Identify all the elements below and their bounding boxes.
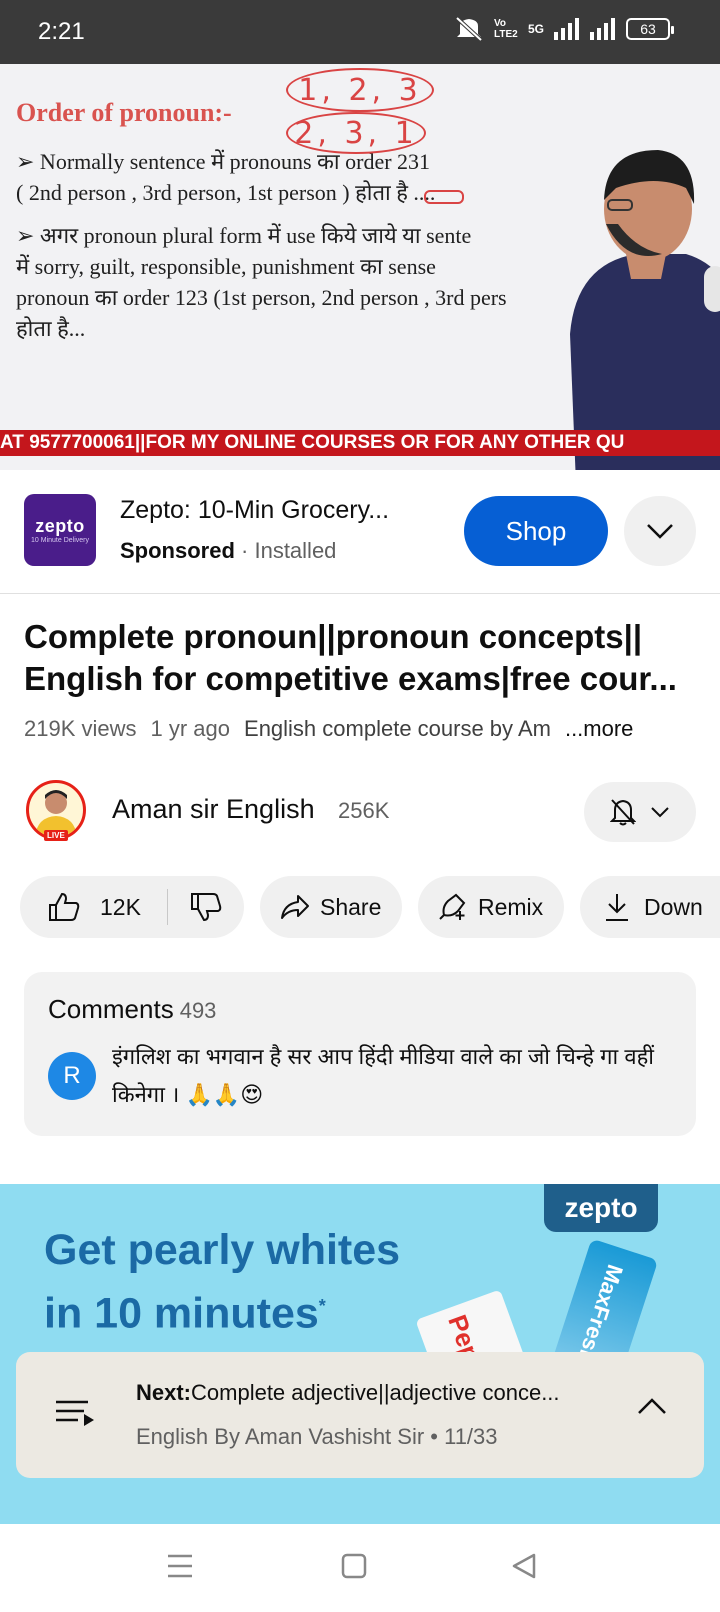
share-label: Share — [320, 893, 382, 920]
like-icon[interactable] — [48, 892, 80, 922]
ad-meta: Sponsored · Installed — [120, 538, 336, 564]
menu-icon — [168, 1554, 192, 1578]
installed-label: Installed — [254, 538, 337, 563]
chevron-down-icon — [651, 807, 669, 818]
comments-section[interactable]: Comments 493 R इंगलिश का भगवान है सर आप ह… — [24, 972, 696, 1136]
logo-word: zepto — [35, 516, 85, 536]
side-tab[interactable] — [704, 266, 720, 312]
ad-expand-button[interactable] — [624, 496, 696, 566]
home-square-icon — [341, 1553, 367, 1579]
remix-label: Remix — [478, 893, 544, 920]
banner-line: Get pearly whites — [44, 1226, 401, 1274]
next-video-subtitle: English By Aman Vashisht Sir • 11/33 — [136, 1424, 498, 1449]
logo-subtitle: 10 Minute Delivery — [31, 537, 89, 544]
share-button[interactable]: Share — [260, 876, 402, 938]
comments-count: 493 — [179, 998, 217, 1023]
ticker-banner: AT 9577700061||FOR MY ONLINE COURSES OR … — [0, 430, 720, 456]
signal-icon — [554, 18, 579, 40]
commenter-avatar: R — [48, 1052, 96, 1100]
view-count: 219K views — [24, 716, 137, 741]
status-bar: 2:21 Vo LTE2 5G 63 — [0, 0, 720, 64]
dislike-icon[interactable] — [190, 892, 222, 922]
video-title-line: English for competitive exams|free cour.… — [24, 660, 677, 697]
like-separator — [166, 889, 168, 925]
menu-button[interactable] — [166, 1552, 194, 1585]
next-video-title[interactable]: Next:Complete adjective||adjective conce… — [136, 1380, 616, 1406]
remix-button[interactable]: Remix — [418, 876, 564, 938]
zepto-logo: zepto 10 Minute Delivery — [24, 494, 96, 566]
comments-heading: Comments 493 — [48, 994, 216, 1025]
annotation-circle-bottom: 2, 3, 1 — [286, 112, 426, 154]
video-title-line: Complete pronoun||pronoun concepts|| — [24, 618, 643, 655]
annotation-circle-top: 1, 2, 3 — [286, 68, 434, 112]
next-prefix: Next: — [136, 1380, 192, 1405]
more-link[interactable]: ...more — [565, 716, 633, 742]
chevron-up-icon[interactable] — [636, 1396, 668, 1416]
video-title[interactable]: Complete pronoun||pronoun concepts|| Eng… — [24, 616, 696, 700]
home-button[interactable] — [340, 1552, 368, 1585]
ad-title[interactable]: Zepto: 10-Min Grocery... — [120, 496, 440, 525]
annotation-arrow — [424, 190, 464, 204]
sponsored-ad-card[interactable]: zepto 10 Minute Delivery Zepto: 10-Min G… — [0, 470, 720, 594]
live-badge: LIVE — [44, 830, 68, 841]
notification-bell-button[interactable] — [584, 782, 696, 842]
meta-separator: · — [234, 538, 255, 563]
banner-headline: Get pearly whites in 10 minutes* — [44, 1222, 400, 1341]
sponsored-label: Sponsored — [120, 538, 235, 563]
download-label: Down — [644, 893, 703, 920]
next-title-text: Complete adjective||adjective conce... — [191, 1380, 560, 1405]
video-meta[interactable]: 219K views 1 yr ago English complete cou… — [24, 716, 696, 742]
signal-icon-2 — [590, 18, 615, 40]
remix-icon — [439, 893, 466, 920]
presenter-figure — [570, 150, 720, 470]
channel-row[interactable]: LIVE Aman sir English 256K — [24, 778, 696, 844]
banner-line-2: in 10 minutes* — [44, 1278, 400, 1341]
download-button[interactable]: Down — [580, 876, 720, 938]
chevron-down-icon — [647, 524, 673, 539]
status-time: 2:21 — [38, 18, 85, 45]
channel-name[interactable]: Aman sir English — [112, 794, 315, 825]
upload-age: 1 yr ago — [150, 716, 231, 741]
video-player[interactable]: Order of pronoun:- ➢ Normally sentence म… — [0, 64, 720, 470]
banner-asterisk: * — [318, 1296, 326, 1316]
download-icon — [606, 894, 628, 921]
queue-icon — [56, 1400, 94, 1426]
like-count[interactable]: 12K — [100, 894, 141, 921]
action-bar: 12K Share Remix Down — [20, 876, 720, 938]
status-icons: Vo LTE2 5G 63 — [454, 16, 674, 42]
share-icon — [281, 895, 309, 919]
shop-button[interactable]: Shop — [464, 496, 608, 566]
mute-icon — [455, 16, 483, 42]
playlist-link[interactable]: English complete course by Am — [244, 716, 551, 742]
bell-off-icon — [610, 799, 636, 826]
next-up-bar[interactable]: Next:Complete adjective||adjective conce… — [16, 1352, 704, 1478]
battery-indicator: 63 — [626, 18, 674, 40]
like-dislike-pill: 12K — [20, 876, 244, 938]
volte-label: Vo LTE2 — [493, 18, 518, 40]
subscriber-count: 256K — [338, 798, 390, 823]
banner-brand-logo: zepto — [544, 1184, 658, 1232]
back-button[interactable] — [510, 1552, 538, 1585]
network-label: 5G — [527, 22, 544, 36]
system-nav-bar — [0, 1524, 720, 1612]
back-icon — [512, 1553, 536, 1579]
comments-title: Comments — [48, 994, 174, 1024]
banner-line: in 10 minutes — [44, 1289, 319, 1338]
top-comment-text: इंगलिश का भगवान है सर आप हिंदी मीडिया वा… — [112, 1044, 654, 1107]
